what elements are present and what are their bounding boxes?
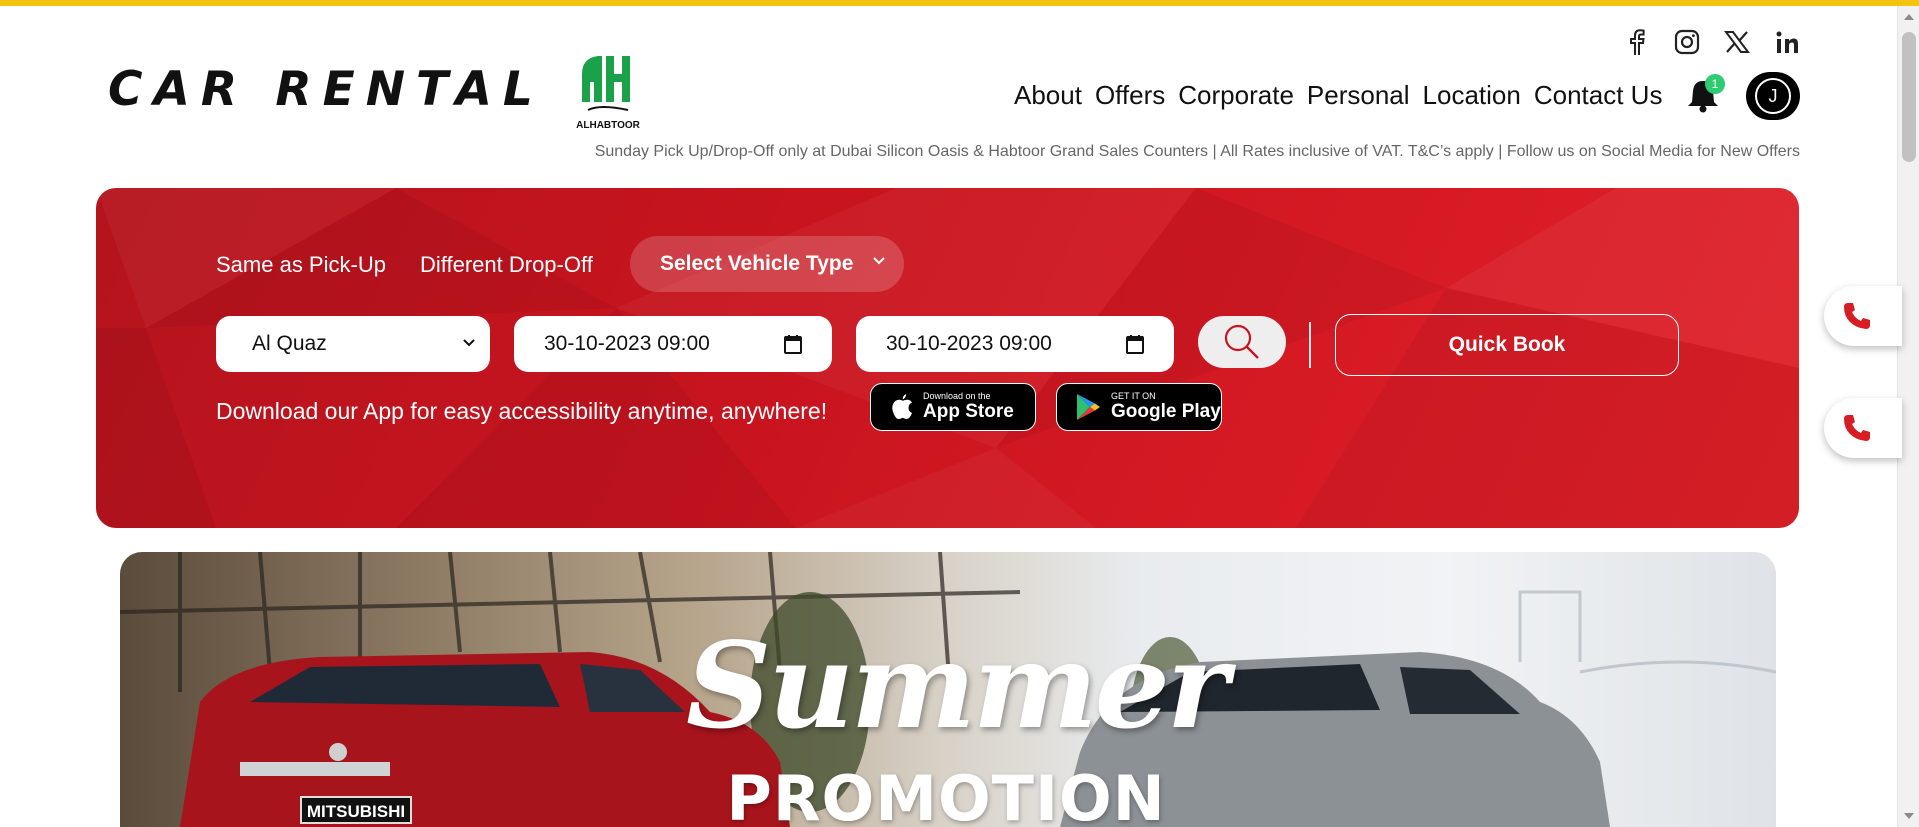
- top-accent-strip: [0, 0, 1919, 6]
- google-play-icon: [1077, 394, 1100, 420]
- app-store-small-text: Download on the: [923, 391, 991, 401]
- google-play-button[interactable]: GET IT ON Google Play: [1056, 383, 1222, 431]
- user-avatar[interactable]: J: [1746, 72, 1800, 120]
- chevron-down-icon: [463, 339, 475, 347]
- avatar-initial: J: [1755, 78, 1791, 114]
- scroll-down-arrow-icon[interactable]: [1904, 813, 1914, 819]
- booking-panel: Same as Pick-Up Different Drop-Off Selec…: [96, 188, 1799, 528]
- vehicle-type-select[interactable]: Select Vehicle Type: [630, 236, 904, 292]
- pickup-datetime-value: 30-10-2023 09:00: [544, 332, 710, 355]
- notice-text: Sunday Pick Up/Drop-Off only at Dubai Si…: [594, 143, 1800, 160]
- google-play-big-text: Google Play: [1111, 401, 1221, 422]
- summer-promotion-banner[interactable]: MITSUBISHI Summer PROMOTION: [120, 552, 1776, 827]
- notification-count-badge: 1: [1705, 74, 1725, 94]
- nav-location[interactable]: Location: [1423, 80, 1521, 111]
- pickup-location-value: Al Quaz: [252, 332, 327, 355]
- calendar-icon[interactable]: [784, 334, 802, 354]
- google-play-small-text: GET IT ON: [1111, 391, 1156, 401]
- search-button[interactable]: [1198, 316, 1286, 368]
- nav-offers[interactable]: Offers: [1095, 80, 1165, 111]
- option-different-dropoff[interactable]: Different Drop-Off: [420, 252, 593, 278]
- app-store-big-text: App Store: [923, 401, 1014, 422]
- dropoff-datetime-input[interactable]: 30-10-2023 09:00: [856, 316, 1174, 372]
- alhabtoor-caption: ALHABTOOR: [576, 120, 640, 131]
- license-plate: MITSUBISHI: [300, 796, 412, 824]
- pickup-location-select[interactable]: Al Quaz: [216, 316, 490, 372]
- facebook-icon[interactable]: [1623, 28, 1651, 56]
- instagram-icon[interactable]: [1673, 28, 1701, 56]
- option-same-as-pickup[interactable]: Same as Pick-Up: [216, 252, 386, 278]
- x-icon[interactable]: [1723, 28, 1751, 56]
- apple-icon: [892, 394, 912, 419]
- phone-icon: [1844, 303, 1870, 329]
- nav-contact-us[interactable]: Contact Us: [1534, 80, 1663, 111]
- quick-book-button[interactable]: Quick Book: [1335, 314, 1679, 376]
- linkedin-icon[interactable]: [1773, 28, 1801, 56]
- divider: [1309, 322, 1311, 368]
- scroll-up-arrow-icon[interactable]: [1904, 14, 1914, 20]
- banner-title: Summer: [686, 616, 1229, 755]
- nav-corporate[interactable]: Corporate: [1178, 80, 1294, 111]
- scroll-thumb[interactable]: [1902, 32, 1916, 162]
- phone-icon: [1844, 415, 1870, 441]
- pickup-datetime-input[interactable]: 30-10-2023 09:00: [514, 316, 832, 372]
- banner-subtitle: PROMOTION: [726, 762, 1166, 827]
- call-button-2[interactable]: [1824, 398, 1902, 458]
- search-icon: [1224, 324, 1259, 359]
- dropoff-datetime-value: 30-10-2023 09:00: [886, 332, 1052, 355]
- social-links: [1623, 28, 1801, 56]
- chevron-down-icon: [873, 257, 885, 265]
- vehicle-type-label: Select Vehicle Type: [660, 252, 854, 275]
- nav-personal[interactable]: Personal: [1307, 80, 1410, 111]
- car-rental-logo[interactable]: CAR RENTAL: [108, 62, 544, 117]
- app-store-button[interactable]: Download on the App Store: [870, 383, 1036, 431]
- call-button-1[interactable]: [1824, 286, 1902, 346]
- app-download-text: Download our App for easy accessibility …: [216, 398, 828, 424]
- nav-about[interactable]: About: [1014, 80, 1082, 111]
- main-nav: About Offers Corporate Personal Location…: [1014, 80, 1675, 111]
- calendar-icon[interactable]: [1126, 334, 1144, 354]
